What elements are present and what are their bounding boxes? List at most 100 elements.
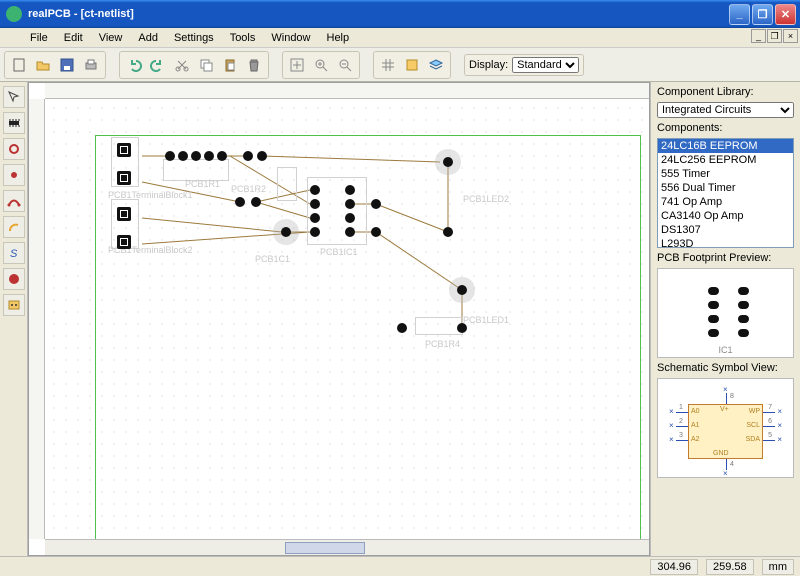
pad[interactable] — [257, 151, 267, 161]
place-component-tool[interactable] — [3, 112, 25, 134]
pad[interactable] — [457, 323, 467, 333]
component-outline[interactable] — [163, 159, 229, 181]
menu-add[interactable]: Add — [130, 30, 166, 46]
schematic-preview: × 8 V+ × 4 GND × 1 A0 × 2 A1 × 3 A2 × 7 … — [657, 378, 794, 478]
scrollbar-horizontal-thumb[interactable] — [285, 542, 365, 554]
menu-window[interactable]: Window — [263, 30, 318, 46]
component-outline[interactable] — [277, 167, 297, 201]
pad[interactable] — [191, 151, 201, 161]
close-button[interactable]: ✕ — [775, 4, 796, 25]
pad[interactable] — [345, 213, 355, 223]
pad[interactable] — [217, 151, 227, 161]
pad[interactable] — [165, 151, 175, 161]
menu-file[interactable]: File — [22, 30, 56, 46]
pad[interactable] — [345, 227, 355, 237]
terminal-pad[interactable] — [117, 207, 131, 221]
footprint-caption: IC1 — [718, 345, 732, 355]
menu-view[interactable]: View — [91, 30, 131, 46]
terminal-pad[interactable] — [117, 171, 131, 185]
pad[interactable] — [345, 185, 355, 195]
mdi-close-button[interactable]: × — [783, 29, 798, 43]
ruler-vertical — [29, 99, 45, 539]
top-toolbar: Display: Standard — [0, 48, 800, 82]
list-item[interactable]: DS1307 — [658, 223, 793, 237]
snap-button[interactable] — [401, 54, 423, 76]
print-button[interactable] — [80, 54, 102, 76]
pad[interactable] — [310, 227, 320, 237]
zoom-in-button[interactable] — [310, 54, 332, 76]
mdi-restore-button[interactable]: ❐ — [767, 29, 782, 43]
scrollbar-horizontal[interactable] — [45, 539, 649, 555]
copy-button[interactable] — [195, 54, 217, 76]
pad[interactable] — [204, 151, 214, 161]
redo-button[interactable] — [147, 54, 169, 76]
cut-button[interactable] — [171, 54, 193, 76]
tool-palette: S — [0, 82, 28, 556]
pad[interactable] — [457, 285, 467, 295]
ruler-horizontal — [45, 83, 649, 99]
schematic-view-label: Schematic Symbol View: — [657, 362, 794, 374]
pad[interactable] — [243, 151, 253, 161]
zoom-fit-button[interactable] — [286, 54, 308, 76]
select-tool[interactable] — [3, 86, 25, 108]
design-canvas[interactable]: PCB1R1PCB1TerminalBlock1PCB1R2PCB1Termin… — [45, 99, 649, 539]
pad[interactable] — [235, 197, 245, 207]
pad[interactable] — [371, 227, 381, 237]
library-select[interactable]: Integrated Circuits — [657, 102, 794, 118]
terminal-pad[interactable] — [117, 143, 131, 157]
components-listbox[interactable]: 24LC16B EEPROM24LC256 EEPROM555 Timer556… — [657, 138, 794, 248]
place-via-tool[interactable] — [3, 164, 25, 186]
pad[interactable] — [397, 323, 407, 333]
pad[interactable] — [178, 151, 188, 161]
list-item[interactable]: 556 Dual Timer — [658, 181, 793, 195]
list-item[interactable]: CA3140 Op Amp — [658, 209, 793, 223]
menu-help[interactable]: Help — [319, 30, 358, 46]
place-arc-tool[interactable] — [3, 216, 25, 238]
menu-tools[interactable]: Tools — [222, 30, 264, 46]
list-item[interactable]: 741 Op Amp — [658, 195, 793, 209]
pad[interactable] — [310, 213, 320, 223]
zoom-out-button[interactable] — [334, 54, 356, 76]
menu-settings[interactable]: Settings — [166, 30, 222, 46]
route-track-tool[interactable] — [3, 190, 25, 212]
component-label: PCB1R4 — [425, 339, 460, 349]
new-button[interactable] — [8, 54, 30, 76]
undo-button[interactable] — [123, 54, 145, 76]
menu-edit[interactable]: Edit — [56, 30, 91, 46]
status-coord-x: 304.96 — [650, 559, 698, 575]
doc-icon — [4, 31, 18, 45]
pad[interactable] — [345, 199, 355, 209]
layers-button[interactable] — [425, 54, 447, 76]
open-button[interactable] — [32, 54, 54, 76]
maximize-button[interactable]: ❐ — [752, 4, 773, 25]
display-select[interactable]: Standard — [512, 57, 579, 73]
pad[interactable] — [310, 199, 320, 209]
save-button[interactable] — [56, 54, 78, 76]
list-item[interactable]: 24LC256 EEPROM — [658, 153, 793, 167]
board-wizard-tool[interactable] — [3, 294, 25, 316]
title-bar: realPCB - [ct-netlist] _ ❐ ✕ — [0, 0, 800, 28]
window-title: realPCB - [ct-netlist] — [28, 8, 729, 20]
terminal-pad[interactable] — [117, 235, 131, 249]
pad[interactable] — [251, 197, 261, 207]
place-text-tool[interactable]: S — [3, 242, 25, 264]
place-fill-tool[interactable] — [3, 268, 25, 290]
pad[interactable] — [310, 185, 320, 195]
grid-button[interactable] — [377, 54, 399, 76]
component-label: PCB1R1 — [185, 179, 220, 189]
list-item[interactable]: 555 Timer — [658, 167, 793, 181]
mdi-minimize-button[interactable]: _ — [751, 29, 766, 43]
paste-button[interactable] — [219, 54, 241, 76]
pad[interactable] — [443, 227, 453, 237]
component-outline[interactable] — [415, 317, 463, 335]
pad[interactable] — [281, 227, 291, 237]
delete-button[interactable] — [243, 54, 265, 76]
list-item[interactable]: 24LC16B EEPROM — [658, 139, 793, 153]
place-pad-tool[interactable] — [3, 138, 25, 160]
display-label: Display: — [469, 59, 508, 71]
minimize-button[interactable]: _ — [729, 4, 750, 25]
pad[interactable] — [371, 199, 381, 209]
list-item[interactable]: L293D — [658, 237, 793, 248]
app-icon — [6, 6, 22, 22]
pad[interactable] — [443, 157, 453, 167]
